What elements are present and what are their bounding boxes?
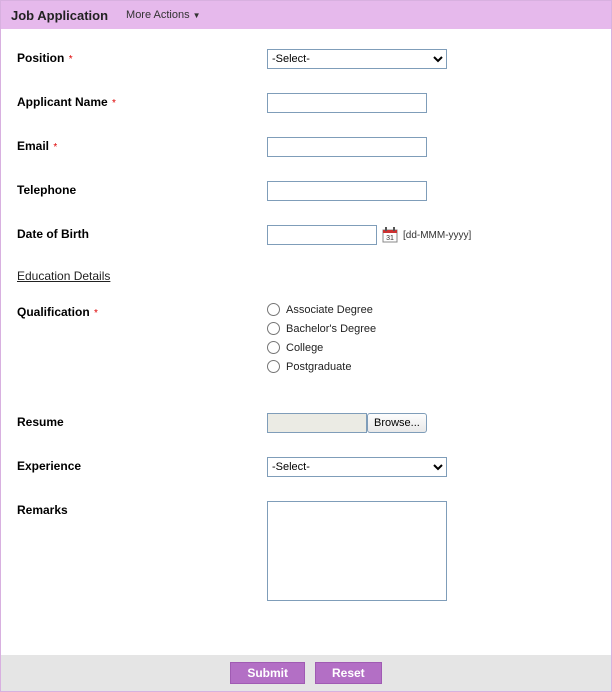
dob-hint: [dd-MMM-yyyy] [403, 230, 471, 241]
position-select[interactable]: -Select- [267, 49, 447, 69]
telephone-input[interactable] [267, 181, 427, 201]
email-label: Email * [17, 139, 57, 153]
row-qualification: Qualification * Associate Degree Bachelo… [17, 303, 595, 373]
calendar-icon[interactable]: 31 [381, 226, 399, 244]
resume-label: Resume [17, 415, 64, 429]
footer-actions: Submit Reset [1, 655, 611, 691]
applicant-name-label: Applicant Name * [17, 95, 116, 109]
qualification-radio[interactable] [267, 322, 280, 335]
qualification-option[interactable]: Associate Degree [267, 303, 376, 316]
email-input[interactable] [267, 137, 427, 157]
row-experience: Experience -Select- [17, 457, 595, 477]
more-actions-menu[interactable]: More Actions ▼ [126, 9, 201, 21]
required-mark: * [53, 142, 57, 153]
page-title: Job Application [11, 8, 108, 23]
row-dob: Date of Birth 31 [dd-MMM-yyyy] [17, 225, 595, 245]
row-resume: Resume Browse... [17, 413, 595, 433]
qualification-option[interactable]: College [267, 341, 376, 354]
experience-select[interactable]: -Select- [267, 457, 447, 477]
required-mark: * [94, 308, 98, 319]
dob-input[interactable] [267, 225, 377, 245]
row-position: Position * -Select- [17, 49, 595, 69]
remarks-label: Remarks [17, 503, 68, 517]
qualification-label: Qualification * [17, 305, 98, 319]
qualification-radio-group: Associate Degree Bachelor's Degree Colle… [267, 303, 376, 373]
telephone-label: Telephone [17, 183, 76, 197]
resume-file-display [267, 413, 367, 433]
row-telephone: Telephone [17, 181, 595, 201]
resume-file-control: Browse... [267, 413, 427, 433]
window-header: Job Application More Actions ▼ [1, 1, 611, 29]
qualification-option[interactable]: Bachelor's Degree [267, 322, 376, 335]
submit-button[interactable]: Submit [230, 662, 305, 684]
dob-label: Date of Birth [17, 227, 89, 241]
job-application-window: Job Application More Actions ▼ Position … [0, 0, 612, 692]
chevron-down-icon: ▼ [193, 11, 201, 20]
row-applicant-name: Applicant Name * [17, 93, 595, 113]
remarks-textarea[interactable] [267, 501, 447, 601]
required-mark: * [112, 98, 116, 109]
more-actions-label: More Actions [126, 9, 190, 21]
experience-label: Experience [17, 459, 81, 473]
position-label: Position * [17, 51, 73, 65]
applicant-name-input[interactable] [267, 93, 427, 113]
row-email: Email * [17, 137, 595, 157]
qualification-radio[interactable] [267, 360, 280, 373]
reset-button[interactable]: Reset [315, 662, 382, 684]
qualification-radio[interactable] [267, 303, 280, 316]
svg-text:31: 31 [386, 235, 394, 242]
qualification-radio[interactable] [267, 341, 280, 354]
required-mark: * [69, 54, 73, 65]
education-section-heading: Education Details [17, 269, 595, 283]
browse-button[interactable]: Browse... [367, 413, 427, 433]
row-remarks: Remarks [17, 501, 595, 601]
form-content: Position * -Select- Applicant Name * Ema… [1, 29, 611, 655]
qualification-option[interactable]: Postgraduate [267, 360, 376, 373]
